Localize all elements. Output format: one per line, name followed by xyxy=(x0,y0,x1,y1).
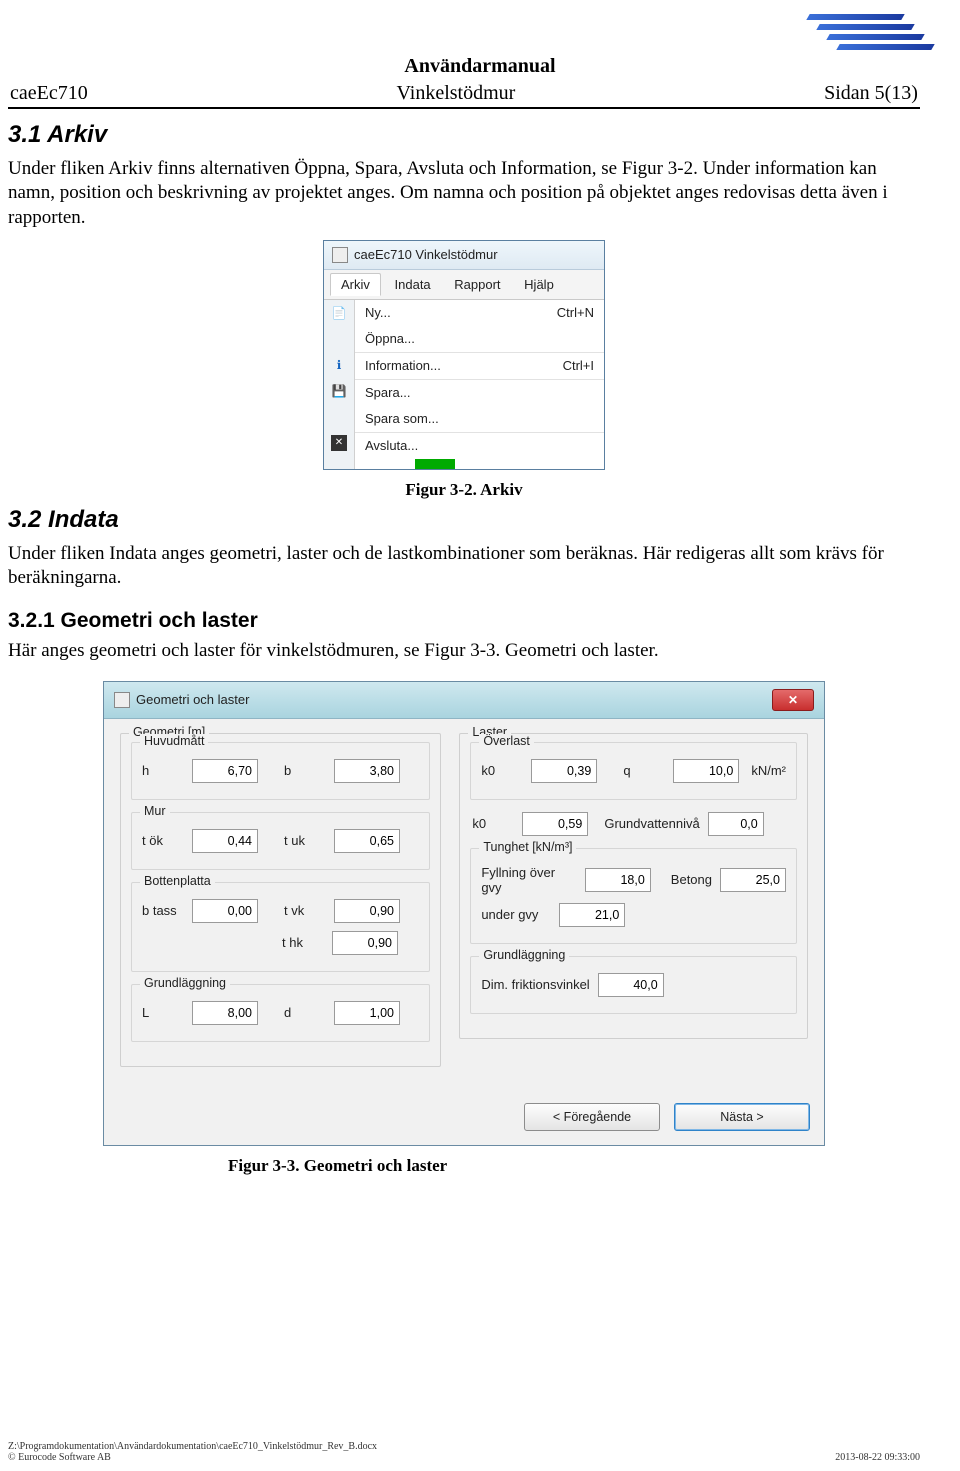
menu-item-info[interactable]: Information...Ctrl+I xyxy=(355,352,604,379)
sub-tung-title: Tunghet [kN/m³] xyxy=(479,840,576,854)
section-3-2-heading: 3.2 Indata xyxy=(8,506,920,534)
label-tok: t ök xyxy=(142,833,184,848)
unit-q: kN/m² xyxy=(751,763,786,778)
input-betong[interactable] xyxy=(720,868,786,892)
info-icon: ℹ xyxy=(324,352,354,378)
sub-grund2-title: Grundläggning xyxy=(479,948,569,962)
menu-item-oppna[interactable]: Öppna... xyxy=(355,326,604,352)
close-icon: ✕ xyxy=(331,435,347,451)
input-tvk[interactable] xyxy=(334,899,400,923)
menu-item-ny[interactable]: Ny...Ctrl+N xyxy=(355,300,604,326)
label-frik: Dim. friktionsvinkel xyxy=(481,977,589,992)
input-under[interactable] xyxy=(559,903,625,927)
input-frik[interactable] xyxy=(598,973,664,997)
label-b: b xyxy=(284,763,326,778)
header-right: Sidan 5(13) xyxy=(824,82,918,105)
input-btass[interactable] xyxy=(192,899,258,923)
menu-arkiv[interactable]: Arkiv xyxy=(330,273,381,296)
input-tuk[interactable] xyxy=(334,829,400,853)
input-gvn[interactable] xyxy=(708,812,764,836)
arkiv-menubar: Arkiv Indata Rapport Hjälp xyxy=(324,270,604,300)
section-3-2-text: Under fliken Indata anges geometri, last… xyxy=(8,542,920,591)
label-under: under gvy xyxy=(481,907,551,922)
label-k0b: k0 xyxy=(472,816,514,831)
footer-path: Z:\Programdokumentation\Användardokument… xyxy=(8,1441,377,1452)
input-fyll[interactable] xyxy=(585,868,651,892)
arkiv-title-text: caeEc710 Vinkelstödmur xyxy=(354,247,498,262)
label-q: q xyxy=(623,763,665,778)
footer-date: 2013-08-22 09:33:00 xyxy=(835,1452,920,1463)
label-tuk: t uk xyxy=(284,833,326,848)
input-k0b[interactable] xyxy=(522,812,588,836)
group-geometri: Geometri [m] Huvudmått h b xyxy=(120,733,441,1067)
label-k0a: k0 xyxy=(481,763,523,778)
geometri-dialog: Geometri och laster ✕ Geometri [m] Huvud… xyxy=(103,681,825,1146)
label-tvk: t vk xyxy=(284,903,326,918)
sub-huvud-title: Huvudmått xyxy=(140,734,208,748)
input-k0a[interactable] xyxy=(531,759,597,783)
save-icon: 💾 xyxy=(324,378,354,404)
label-h: h xyxy=(142,763,184,778)
label-btass: b tass xyxy=(142,903,184,918)
figure-3-3-caption: Figur 3-3. Geometri och laster xyxy=(228,1156,920,1176)
section-3-2-1-heading: 3.2.1 Geometri och laster xyxy=(8,609,920,633)
input-q[interactable] xyxy=(673,759,739,783)
label-fyll: Fyllning över gvy xyxy=(481,865,576,895)
section-3-2-1-text: Här anges geometri och laster för vinkel… xyxy=(8,639,920,663)
prev-button[interactable]: < Föregående xyxy=(524,1103,660,1131)
input-d[interactable] xyxy=(334,1001,400,1025)
app-icon xyxy=(332,247,348,263)
dialog-icon xyxy=(114,692,130,708)
geometri-title-text: Geometri och laster xyxy=(136,692,249,707)
sub-over-title: Överlast xyxy=(479,734,534,748)
menu-indata[interactable]: Indata xyxy=(385,274,441,295)
menu-hjalp[interactable]: Hjälp xyxy=(514,274,564,295)
label-gvn: Grundvattennivå xyxy=(604,816,699,831)
section-3-1-text: Under fliken Arkiv finns alternativen Öp… xyxy=(8,157,920,230)
new-icon: 📄 xyxy=(324,300,354,326)
next-button[interactable]: Nästa > xyxy=(674,1103,810,1131)
menu-item-avsluta[interactable]: Avsluta... xyxy=(355,432,604,459)
sub-mur-title: Mur xyxy=(140,804,170,818)
header-left: caeEc710 xyxy=(10,82,88,105)
menu-item-spara-som[interactable]: Spara som... xyxy=(355,406,604,432)
header-center: Vinkelstödmur xyxy=(397,82,516,105)
arkiv-titlebar: caeEc710 Vinkelstödmur xyxy=(324,241,604,270)
label-betong: Betong xyxy=(671,872,712,887)
label-L: L xyxy=(142,1005,184,1020)
sub-bp-title: Bottenplatta xyxy=(140,874,215,888)
input-h[interactable] xyxy=(192,759,258,783)
label-d: d xyxy=(284,1005,326,1020)
sub-grund-title: Grundläggning xyxy=(140,976,230,990)
menu-item-spara[interactable]: Spara... xyxy=(355,379,604,406)
input-thk[interactable] xyxy=(332,931,398,955)
geometri-titlebar: Geometri och laster ✕ xyxy=(104,682,824,719)
group-laster: Laster Överlast k0 q kN/m² xyxy=(459,733,808,1039)
dialog-close-button[interactable]: ✕ xyxy=(772,689,814,711)
arkiv-window: caeEc710 Vinkelstödmur Arkiv Indata Rapp… xyxy=(323,240,605,470)
menu-rapport[interactable]: Rapport xyxy=(444,274,510,295)
label-thk: t hk xyxy=(282,935,324,950)
figure-3-2-caption: Figur 3-2. Arkiv xyxy=(8,480,920,500)
input-L[interactable] xyxy=(192,1001,258,1025)
company-logo xyxy=(800,10,920,60)
input-b[interactable] xyxy=(334,759,400,783)
menu-icon-column: 📄 ℹ 💾 ✕ xyxy=(324,300,355,459)
section-3-1-heading: 3.1 Arkiv xyxy=(8,121,920,149)
footer-copy: © Eurocode Software AB xyxy=(8,1452,377,1463)
arkiv-content-hint xyxy=(415,459,455,469)
input-tok[interactable] xyxy=(192,829,258,853)
